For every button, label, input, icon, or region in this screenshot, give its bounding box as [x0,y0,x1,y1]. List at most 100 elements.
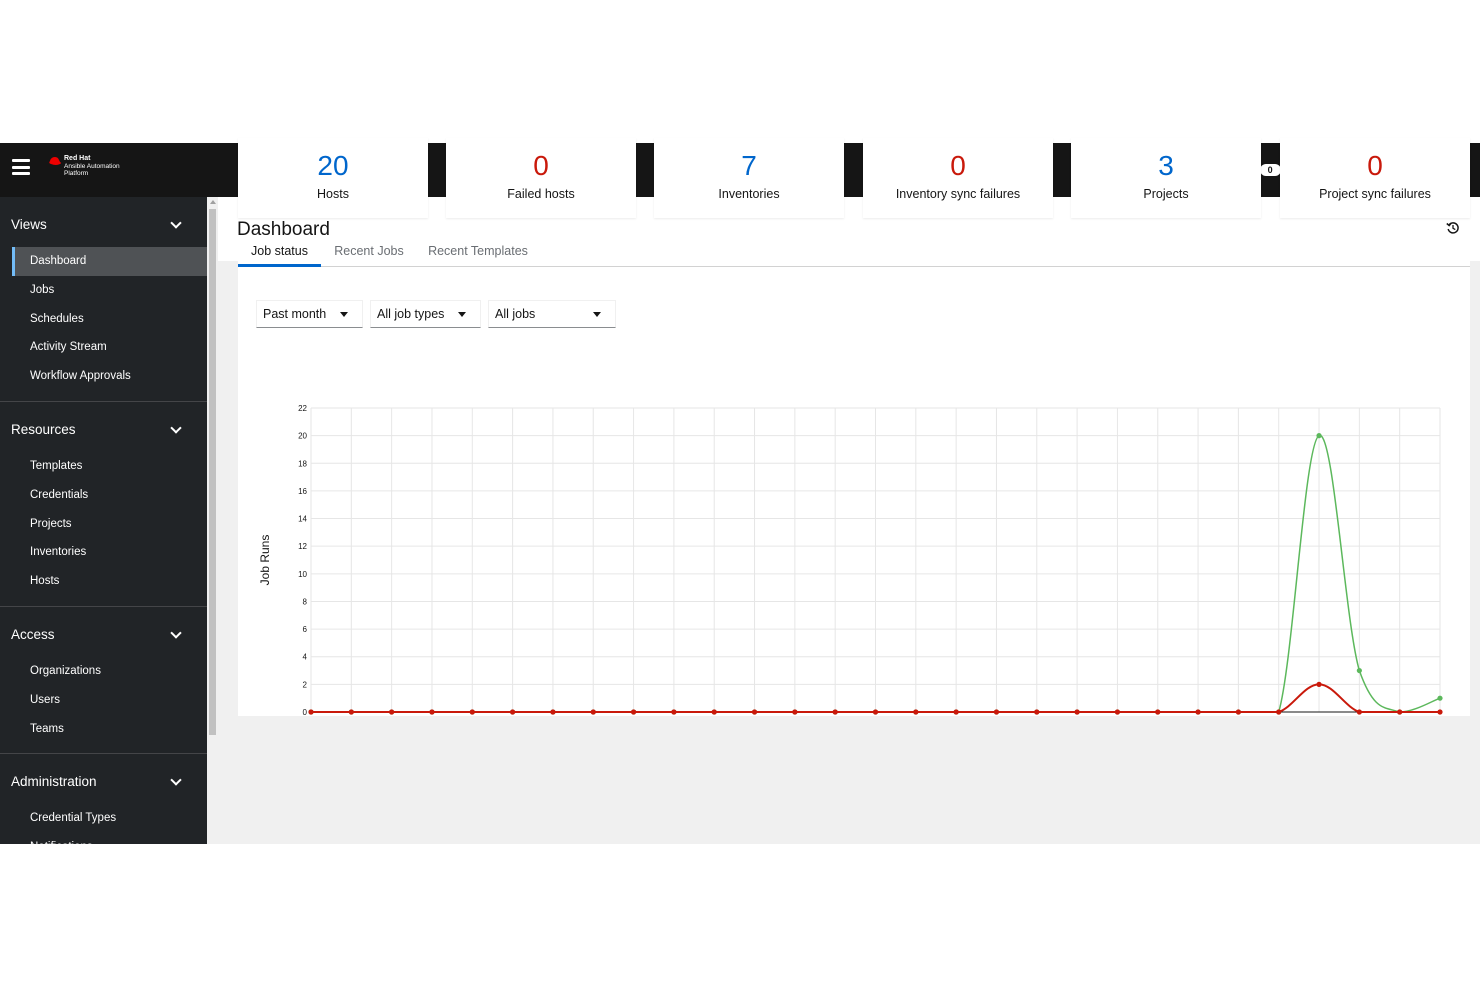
tab-recent-jobs[interactable]: Recent Jobs [326,236,412,267]
stat-label: Inventory sync failures [895,187,1021,201]
sidebar-item-workflow-approvals[interactable]: Workflow Approvals [12,362,207,391]
data-point-1 [630,709,637,715]
sidebar-item-dashboard[interactable]: Dashboard [12,247,207,276]
stat-card-inventories[interactable]: 7 Inventories [654,138,844,218]
data-point-1 [832,709,838,715]
sidebar-item-credentials[interactable]: Credentials [12,481,207,510]
data-point-1 [1437,709,1443,715]
nav-group-administration: Administration Credential Types Notifica… [0,754,207,844]
data-point-1 [1034,709,1040,715]
y-tick-label: 0 [303,708,308,716]
data-point-1 [953,709,959,715]
brand-line-3: Platform [64,170,89,177]
stats-row: 20 Hosts 0 Failed hosts 7 Inventories 0 … [238,138,1470,218]
caret-down-icon [340,312,348,317]
chevron-down-icon [170,774,182,787]
data-point-1 [469,709,475,715]
data-point-1 [308,709,314,715]
tab-job-status[interactable]: Job status [238,236,321,267]
chevron-down-icon [170,627,182,639]
data-point-1 [1316,681,1322,687]
stat-value: 7 [741,150,757,181]
sidebar-item-teams[interactable]: Teams [12,715,207,744]
sidebar-item-hosts[interactable]: Hosts [12,567,207,596]
y-tick-label: 8 [303,597,308,606]
y-tick-label: 18 [298,459,307,468]
y-tick-label: 10 [298,570,307,579]
brand-logo[interactable]: Red Hat Ansible Automation Platform [48,155,120,181]
data-point-1 [1397,709,1403,715]
stat-label: Hosts [317,187,349,201]
sidebar: Views Dashboard Jobs Schedules Activity … [0,197,207,844]
y-tick-label: 22 [298,404,307,413]
data-point-1 [389,709,395,715]
stat-label: Project sync failures [1319,187,1431,201]
stat-value: 3 [1158,150,1174,181]
stat-card-project-sync-failures[interactable]: 0 Project sync failures [1280,138,1470,218]
nav-group-toggle-access[interactable]: Access [0,607,207,655]
data-point-1 [913,709,919,715]
stat-card-hosts[interactable]: 20 Hosts [238,138,428,218]
chevron-down-icon [170,217,182,229]
tab-recent-templates[interactable]: Recent Templates [420,236,536,267]
stat-label: Projects [1143,187,1189,201]
stat-label: Inventories [718,187,780,201]
nav-group-toggle-resources[interactable]: Resources [0,402,207,450]
sidebar-item-notifications[interactable]: Notifications [12,833,207,844]
y-axis-title: Job Runs [258,535,272,586]
sidebar-item-projects[interactable]: Projects [12,510,207,539]
chevron-down-icon [170,422,182,434]
brand-line-1: Red Hat [64,155,91,162]
caret-down-icon [593,312,601,317]
sidebar-item-activity-stream[interactable]: Activity Stream [12,333,207,362]
stat-label: Failed hosts [507,187,575,201]
data-point-1 [590,709,596,715]
hamburger-menu-icon[interactable] [12,159,30,175]
data-point-1 [751,709,758,715]
stat-card-projects[interactable]: 3 Projects [1071,138,1261,218]
sidebar-scrollbar[interactable] [207,197,218,844]
stat-card-failed-hosts[interactable]: 0 Failed hosts [446,138,636,218]
sidebar-item-inventories[interactable]: Inventories [12,538,207,567]
data-point-1 [671,709,677,715]
job-status-panel: Job status Recent Jobs Recent Templates … [238,236,1470,716]
data-point-0 [1437,695,1443,701]
sidebar-item-schedules[interactable]: Schedules [12,305,207,334]
red-hat-logo-icon [49,157,61,165]
data-point-1 [1195,709,1201,715]
sidebar-item-users[interactable]: Users [12,686,207,715]
sidebar-item-templates[interactable]: Templates [12,452,207,481]
nav-group-label: Administration [11,774,97,790]
data-point-1 [711,709,717,715]
sidebar-item-organizations[interactable]: Organizations [12,657,207,686]
nav-group-toggle-administration[interactable]: Administration [0,754,207,802]
nav-group-label: Access [11,626,55,642]
data-point-1 [993,709,1000,715]
y-tick-label: 16 [298,487,307,496]
sidebar-item-credential-types[interactable]: Credential Types [12,804,207,833]
tab-bar: Job status Recent Jobs Recent Templates [238,236,1470,267]
stat-value: 0 [1367,150,1383,181]
history-icon[interactable] [1446,221,1460,235]
stat-card-inventory-sync-failures[interactable]: 0 Inventory sync failures [863,138,1053,218]
nav-group-label: Views [11,217,47,232]
caret-down-icon [458,312,466,317]
y-tick-label: 4 [303,653,308,662]
nav-group-label: Resources [11,421,76,437]
scrollbar-thumb[interactable] [209,209,216,735]
sidebar-item-jobs[interactable]: Jobs [12,276,207,305]
data-point-1 [1235,709,1241,715]
nav-group-toggle-views[interactable]: Views [0,197,207,245]
scroll-up-arrow-icon[interactable] [210,200,216,204]
job-status-chart: 02468101214161820222/132/142/152/162/172… [258,404,1443,716]
stat-value: 20 [317,150,349,181]
data-point-1 [1074,709,1080,715]
data-point-1 [792,709,798,715]
data-point-1 [429,709,435,715]
nav-group-access: Access Organizations Users Teams [0,607,207,755]
y-tick-label: 12 [298,542,307,551]
y-tick-label: 20 [298,432,307,441]
data-point-1 [1155,709,1161,715]
stat-value: 0 [533,150,549,181]
brand-line-2: Ansible Automation [64,162,120,170]
